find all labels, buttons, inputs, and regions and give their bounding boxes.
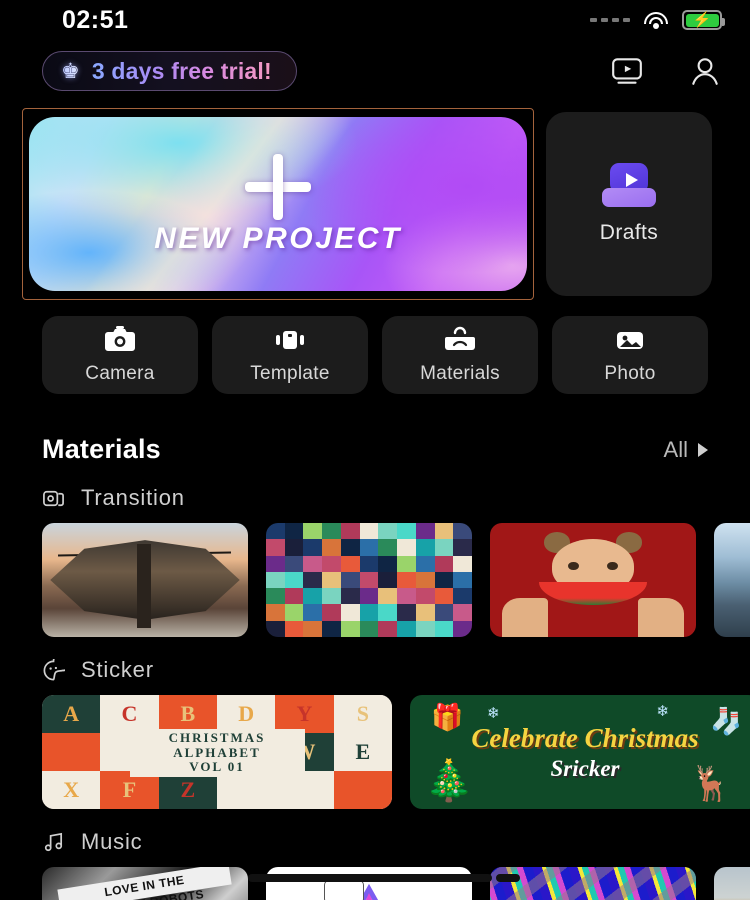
sticker-letter-cell — [42, 733, 101, 771]
top-bar: ♚ 3 days free trial! — [0, 40, 750, 102]
template-filmstrip-icon — [276, 330, 304, 349]
reindeer-icon: 🦌 — [689, 765, 732, 804]
sticker-letter-cell: A — [42, 695, 101, 733]
app-screen: 02:51 ⚡ ♚ 3 days free trial! NEW PROJECT… — [0, 0, 750, 900]
list-item[interactable]: ACBDYSTWEXFZ CHRISTMAS ALPHABET VOL 01 — [42, 695, 392, 809]
materials-all-button[interactable]: All — [664, 437, 708, 463]
materials-all-label: All — [663, 436, 688, 462]
sticker-strip[interactable]: ACBDYSTWEXFZ CHRISTMAS ALPHABET VOL 01 🎁… — [0, 695, 750, 809]
snowflake-icon: ❄ — [487, 705, 500, 723]
new-project-label: NEW PROJECT — [154, 221, 402, 255]
gift-icon: 🎁 — [431, 701, 464, 732]
materials-button[interactable]: Materials — [382, 316, 538, 394]
sticker-smiley-icon — [43, 658, 65, 680]
page-title: Materials — [42, 434, 161, 464]
materials-bag-icon — [445, 326, 475, 350]
section-label-sticker: Sticker — [81, 657, 154, 682]
camera-icon — [105, 325, 135, 351]
section-header-sticker[interactable]: Sticker — [0, 657, 750, 683]
photo-label: Photo — [604, 362, 656, 384]
list-item[interactable] — [714, 523, 750, 637]
template-label: Template — [250, 362, 330, 384]
section-label-music: Music — [81, 829, 143, 854]
sticker-letter-cell: D — [216, 695, 276, 733]
drafts-label: Drafts — [599, 221, 659, 244]
top-bar-actions — [610, 54, 722, 88]
stocking-icon: 🧦 — [710, 706, 743, 737]
plus-icon — [245, 153, 311, 220]
camera-label: Camera — [85, 362, 155, 384]
status-time: 02:51 — [62, 5, 129, 34]
status-indicators: ⚡ — [590, 10, 725, 30]
sticker-title-line1: Celebrate Christmas — [471, 722, 699, 753]
crown-icon: ♚ — [61, 59, 80, 83]
bottom-scroll-indicator — [0, 874, 750, 884]
section-header-transition[interactable]: Transition — [0, 485, 750, 511]
section-label-transition: Transition — [81, 485, 185, 510]
template-button[interactable]: Template — [212, 316, 368, 394]
sticker-overlay-text: CHRISTMAS ALPHABET VOL 01 — [129, 729, 305, 778]
drafts-button[interactable]: Drafts — [546, 112, 712, 296]
free-trial-button[interactable]: ♚ 3 days free trial! — [42, 51, 297, 91]
signal-dots-icon — [590, 18, 630, 22]
transition-layers-icon — [43, 490, 64, 506]
photo-button[interactable]: Photo — [552, 316, 708, 394]
list-item[interactable] — [266, 523, 472, 637]
battery-charging-icon: ⚡ — [682, 10, 725, 30]
new-project-selection-frame: NEW PROJECT — [22, 108, 534, 300]
camera-button[interactable]: Camera — [42, 316, 198, 394]
new-project-button[interactable]: NEW PROJECT — [29, 117, 527, 291]
wifi-icon — [644, 11, 668, 29]
sticker-letter-cell: C — [100, 695, 159, 733]
sticker-letter-cell: S — [333, 695, 392, 733]
chevron-right-icon — [698, 442, 708, 457]
drafts-media-icon — [602, 163, 656, 207]
snowflake-icon: ❄ — [656, 702, 669, 720]
tutorial-play-card-icon[interactable] — [610, 54, 644, 88]
list-item[interactable]: 🎁 🎄 🦌 🧦 ❄ ❄ Celebrate Christmas Sricker — [410, 695, 750, 809]
status-bar: 02:51 ⚡ — [0, 0, 750, 40]
user-profile-icon[interactable] — [688, 54, 722, 88]
materials-header: Materials All — [0, 434, 750, 465]
list-item[interactable] — [42, 523, 248, 637]
sticker-letter-cell — [333, 771, 392, 809]
section-header-music[interactable]: Music — [0, 829, 750, 855]
photo-image-icon — [617, 331, 643, 349]
quick-actions-row: Camera Template Materials Photo — [0, 316, 750, 394]
sticker-letter-cell: Y — [275, 695, 334, 733]
sticker-letter-cell: X — [42, 771, 101, 809]
transition-strip[interactable] — [0, 523, 750, 637]
tree-icon: 🎄 — [424, 759, 474, 804]
sticker-letter-cell: B — [158, 695, 217, 733]
sticker-title-line2: Sricker — [550, 755, 620, 781]
music-note-icon — [44, 832, 63, 851]
free-trial-label: 3 days free trial! — [91, 57, 272, 84]
materials-label: Materials — [420, 362, 500, 384]
hero-row: NEW PROJECT Drafts — [0, 108, 750, 300]
list-item[interactable] — [490, 523, 696, 637]
sticker-letter-cell: E — [333, 733, 392, 771]
